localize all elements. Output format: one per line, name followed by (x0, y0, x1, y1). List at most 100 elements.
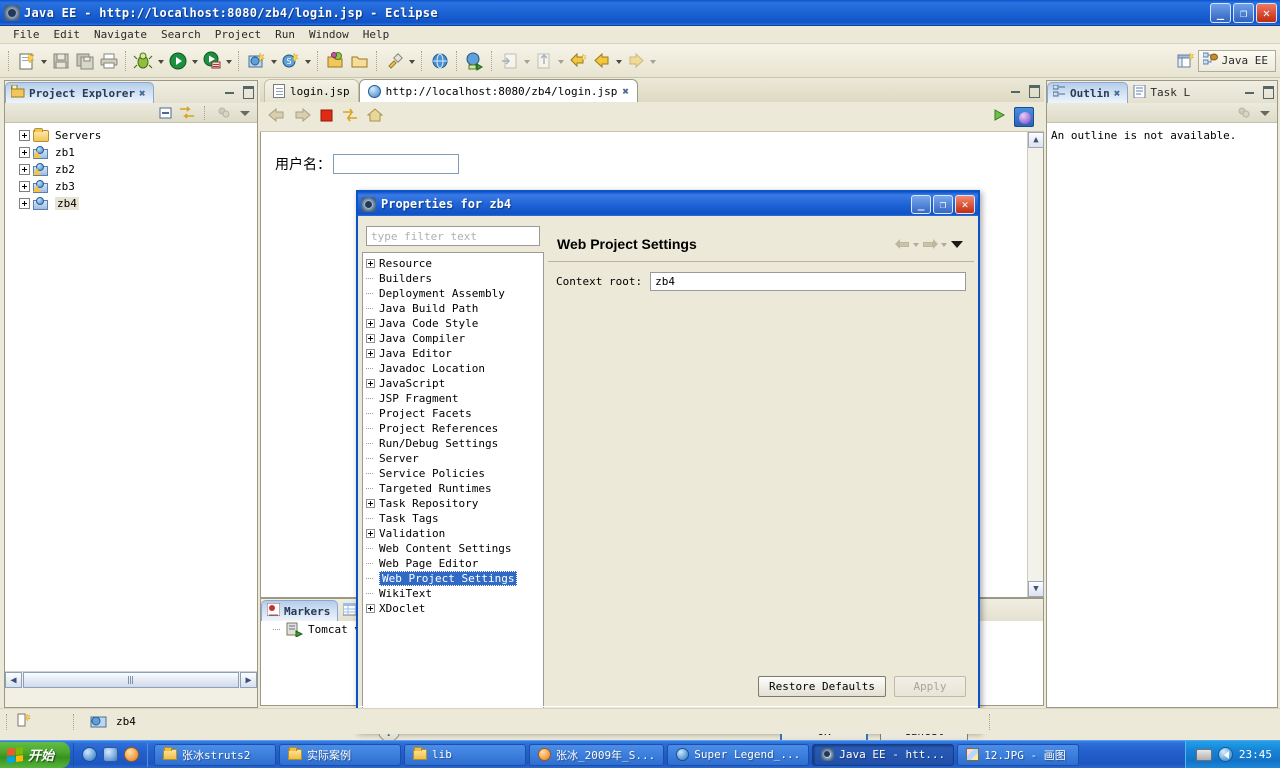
back-dropdown-icon[interactable] (913, 238, 920, 250)
expand-icon[interactable] (19, 164, 30, 175)
new-wizard-dropdown[interactable] (39, 50, 49, 72)
close-icon[interactable]: ✖ (139, 87, 146, 100)
tree-row-zb3[interactable]: zb3 (9, 178, 257, 195)
link-with-editor-icon[interactable] (179, 105, 195, 121)
external-tools-icon[interactable] (384, 50, 406, 72)
tab-markers[interactable]: Markers (261, 600, 339, 621)
tree-item-resource[interactable]: Resource (363, 256, 543, 271)
menu-run[interactable]: Run (268, 27, 302, 42)
forward-dropdown-icon[interactable] (941, 238, 948, 250)
run-icon[interactable] (167, 50, 189, 72)
last-edit-icon[interactable] (567, 50, 589, 72)
tree-item-java-compiler[interactable]: Java Compiler (363, 331, 543, 346)
filter-input[interactable]: type filter text (366, 226, 540, 246)
media-icon[interactable] (1217, 747, 1233, 762)
forward-arrow-icon[interactable] (923, 238, 938, 250)
taskbar-item-shijianli[interactable]: 实际案例 (279, 743, 402, 766)
external-tools-dropdown[interactable] (407, 50, 417, 72)
debug-icon[interactable] (133, 50, 155, 72)
tree-item-builders[interactable]: Builders (363, 271, 543, 286)
taskbar-item-lib[interactable]: lib (404, 743, 527, 766)
close-icon[interactable]: ✖ (622, 85, 629, 98)
menu-search[interactable]: Search (154, 27, 208, 42)
run-server-icon[interactable] (201, 50, 223, 72)
expand-icon[interactable] (366, 604, 375, 613)
dialog-maximize-button[interactable]: ❐ (933, 194, 953, 214)
start-button[interactable]: 开始 (0, 741, 71, 768)
back-icon[interactable] (268, 107, 285, 125)
expand-icon[interactable] (366, 349, 375, 358)
minimize-button[interactable]: _ (1210, 2, 1231, 23)
tree-row-servers[interactable]: Servers (9, 127, 257, 144)
tree-item-java-editor[interactable]: Java Editor (363, 346, 543, 361)
forward-icon[interactable] (625, 50, 647, 72)
open-type-icon[interactable] (325, 50, 347, 72)
expand-icon[interactable] (366, 334, 375, 343)
tree-item-task-tags[interactable]: Task Tags (363, 511, 543, 526)
close-icon[interactable]: ✖ (1114, 87, 1121, 100)
expand-icon[interactable] (366, 499, 375, 508)
new-js-icon[interactable]: S (280, 50, 302, 72)
tree-item-targeted-runtimes[interactable]: Targeted Runtimes (363, 481, 543, 496)
view-dropdown-icon[interactable] (237, 105, 253, 121)
globe-icon[interactable] (429, 50, 451, 72)
tree-item-web-page-editor[interactable]: Web Page Editor (363, 556, 543, 571)
keyboard-icon[interactable] (1195, 748, 1212, 761)
import-icon[interactable] (499, 50, 521, 72)
minimize-editor-icon[interactable] (1009, 83, 1022, 96)
back-arrow-icon[interactable] (895, 238, 910, 250)
menu-project[interactable]: Project (208, 27, 268, 42)
menu-file[interactable]: File (6, 27, 47, 42)
tree-item-service-policies[interactable]: Service Policies (363, 466, 543, 481)
maximize-editor-icon[interactable] (1027, 83, 1040, 98)
tree-item-deployment-assembly[interactable]: Deployment Assembly (363, 286, 543, 301)
tree-item-java-build-path[interactable]: Java Build Path (363, 301, 543, 316)
maximize-view-icon[interactable] (241, 84, 254, 99)
tree-item-javadoc-location[interactable]: Javadoc Location (363, 361, 543, 376)
run-server-dropdown[interactable] (224, 50, 234, 72)
taskbar-item-paint[interactable]: 12.JPG - 画图 (957, 743, 1080, 766)
perspective-java-ee-button[interactable]: Java EE (1197, 49, 1276, 72)
tree-row-zb2[interactable]: zb2 (9, 161, 257, 178)
new-web-project-icon[interactable] (246, 50, 268, 72)
save-all-icon[interactable] (74, 50, 96, 72)
maximize-view-icon[interactable] (1261, 84, 1274, 99)
dialog-minimize-button[interactable]: _ (911, 194, 931, 214)
context-root-input[interactable]: zb4 (650, 272, 966, 291)
scroll-down-button[interactable]: ▼ (1028, 581, 1044, 597)
run-dropdown[interactable] (190, 50, 200, 72)
project-explorer-hscrollbar[interactable]: ◀ ▶ (5, 671, 257, 688)
view-dropdown-icon[interactable] (1257, 105, 1273, 121)
tree-row-zb1[interactable]: zb1 (9, 144, 257, 161)
scroll-left-button[interactable]: ◀ (5, 672, 22, 688)
username-input[interactable] (333, 154, 459, 174)
export-icon[interactable] (533, 50, 555, 72)
editor-tab-browser[interactable]: http://localhost:8080/zb4/login.jsp ✖ (358, 79, 639, 102)
run-icon[interactable] (992, 108, 1006, 125)
menu-navigate[interactable]: Navigate (87, 27, 154, 42)
taskbar-item-java-ee[interactable]: Java EE - htt... (812, 743, 955, 766)
expand-icon[interactable] (19, 181, 30, 192)
browser-icon[interactable] (103, 747, 119, 762)
tree-item-project-facets[interactable]: Project Facets (363, 406, 543, 421)
new-js-dropdown[interactable] (303, 50, 313, 72)
print-icon[interactable] (98, 50, 120, 72)
new-wizard-icon[interactable] (16, 50, 38, 72)
tree-item-web-content-settings[interactable]: Web Content Settings (363, 541, 543, 556)
open-perspective-icon[interactable] (1175, 50, 1197, 72)
taskbar-item-zhangbing-2009[interactable]: 张冰_2009年_S... (529, 743, 665, 766)
restore-defaults-button[interactable]: Restore Defaults (758, 675, 886, 697)
tab-task-list[interactable]: Task L (1128, 82, 1197, 103)
tree-item-validation[interactable]: Validation (363, 526, 543, 541)
run-on-server-icon[interactable] (464, 50, 486, 72)
expand-icon[interactable] (366, 379, 375, 388)
browser-icon[interactable] (1014, 106, 1034, 127)
tab-project-explorer[interactable]: Project Explorer ✖ (5, 82, 154, 103)
menu-edit[interactable]: Edit (47, 27, 88, 42)
editor-tab-login-jsp[interactable]: login.jsp (264, 79, 359, 102)
tree-item-wikitext[interactable]: WikiText (363, 586, 543, 601)
import-dropdown[interactable] (522, 50, 532, 72)
tree-item-server[interactable]: Server (363, 451, 543, 466)
firefox-icon[interactable] (124, 747, 140, 762)
expand-icon[interactable] (366, 319, 375, 328)
